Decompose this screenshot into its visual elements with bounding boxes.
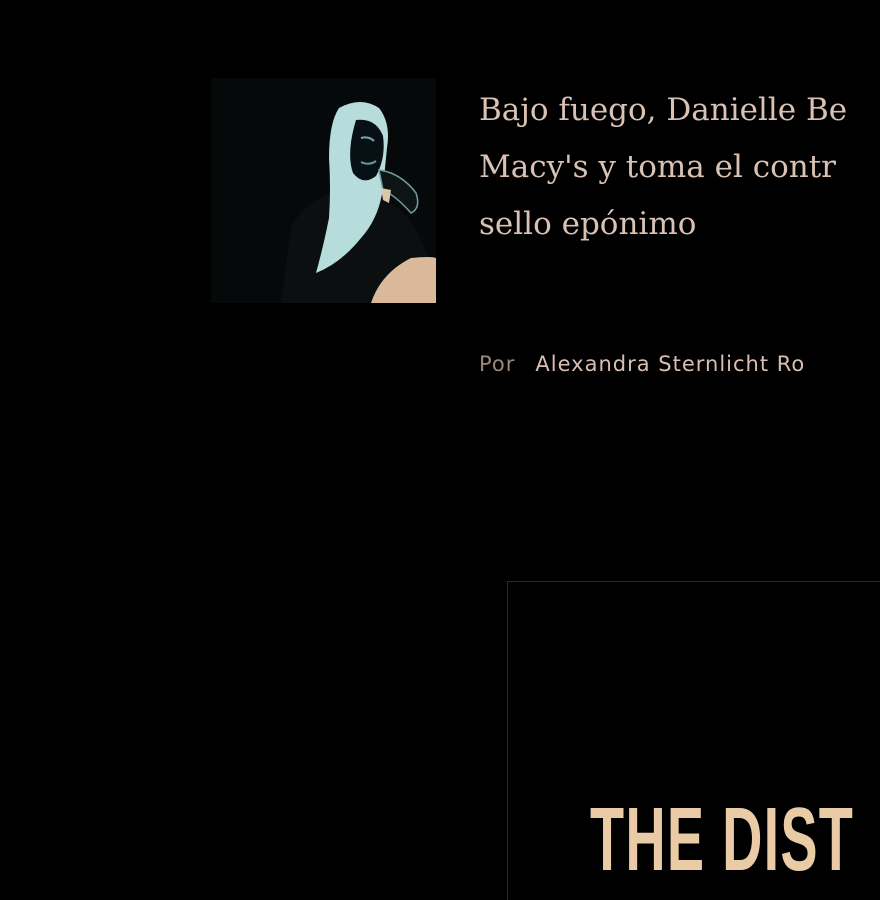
headline-line-2: Macy's y toma el contr — [479, 149, 836, 185]
portrait-image — [211, 78, 436, 303]
promo-box[interactable]: THE DIST — [507, 581, 880, 900]
article-byline: Por Alexandra Sternlicht Ro — [479, 348, 805, 380]
headline-line-3: sello epónimo — [479, 206, 697, 242]
promo-title: THE DIST — [590, 790, 855, 890]
article-thumbnail[interactable] — [211, 78, 436, 303]
headline-line-1: Bajo fuego, Danielle Be — [479, 92, 848, 128]
byline-prefix: Por — [479, 352, 516, 376]
page: Bajo fuego, Danielle Be Macy's y toma el… — [0, 0, 880, 900]
article-headline[interactable]: Bajo fuego, Danielle Be Macy's y toma el… — [479, 82, 880, 253]
article-card[interactable]: Bajo fuego, Danielle Be Macy's y toma el… — [211, 78, 880, 376]
author-link[interactable]: Alexandra Sternlicht Ro — [535, 352, 805, 376]
